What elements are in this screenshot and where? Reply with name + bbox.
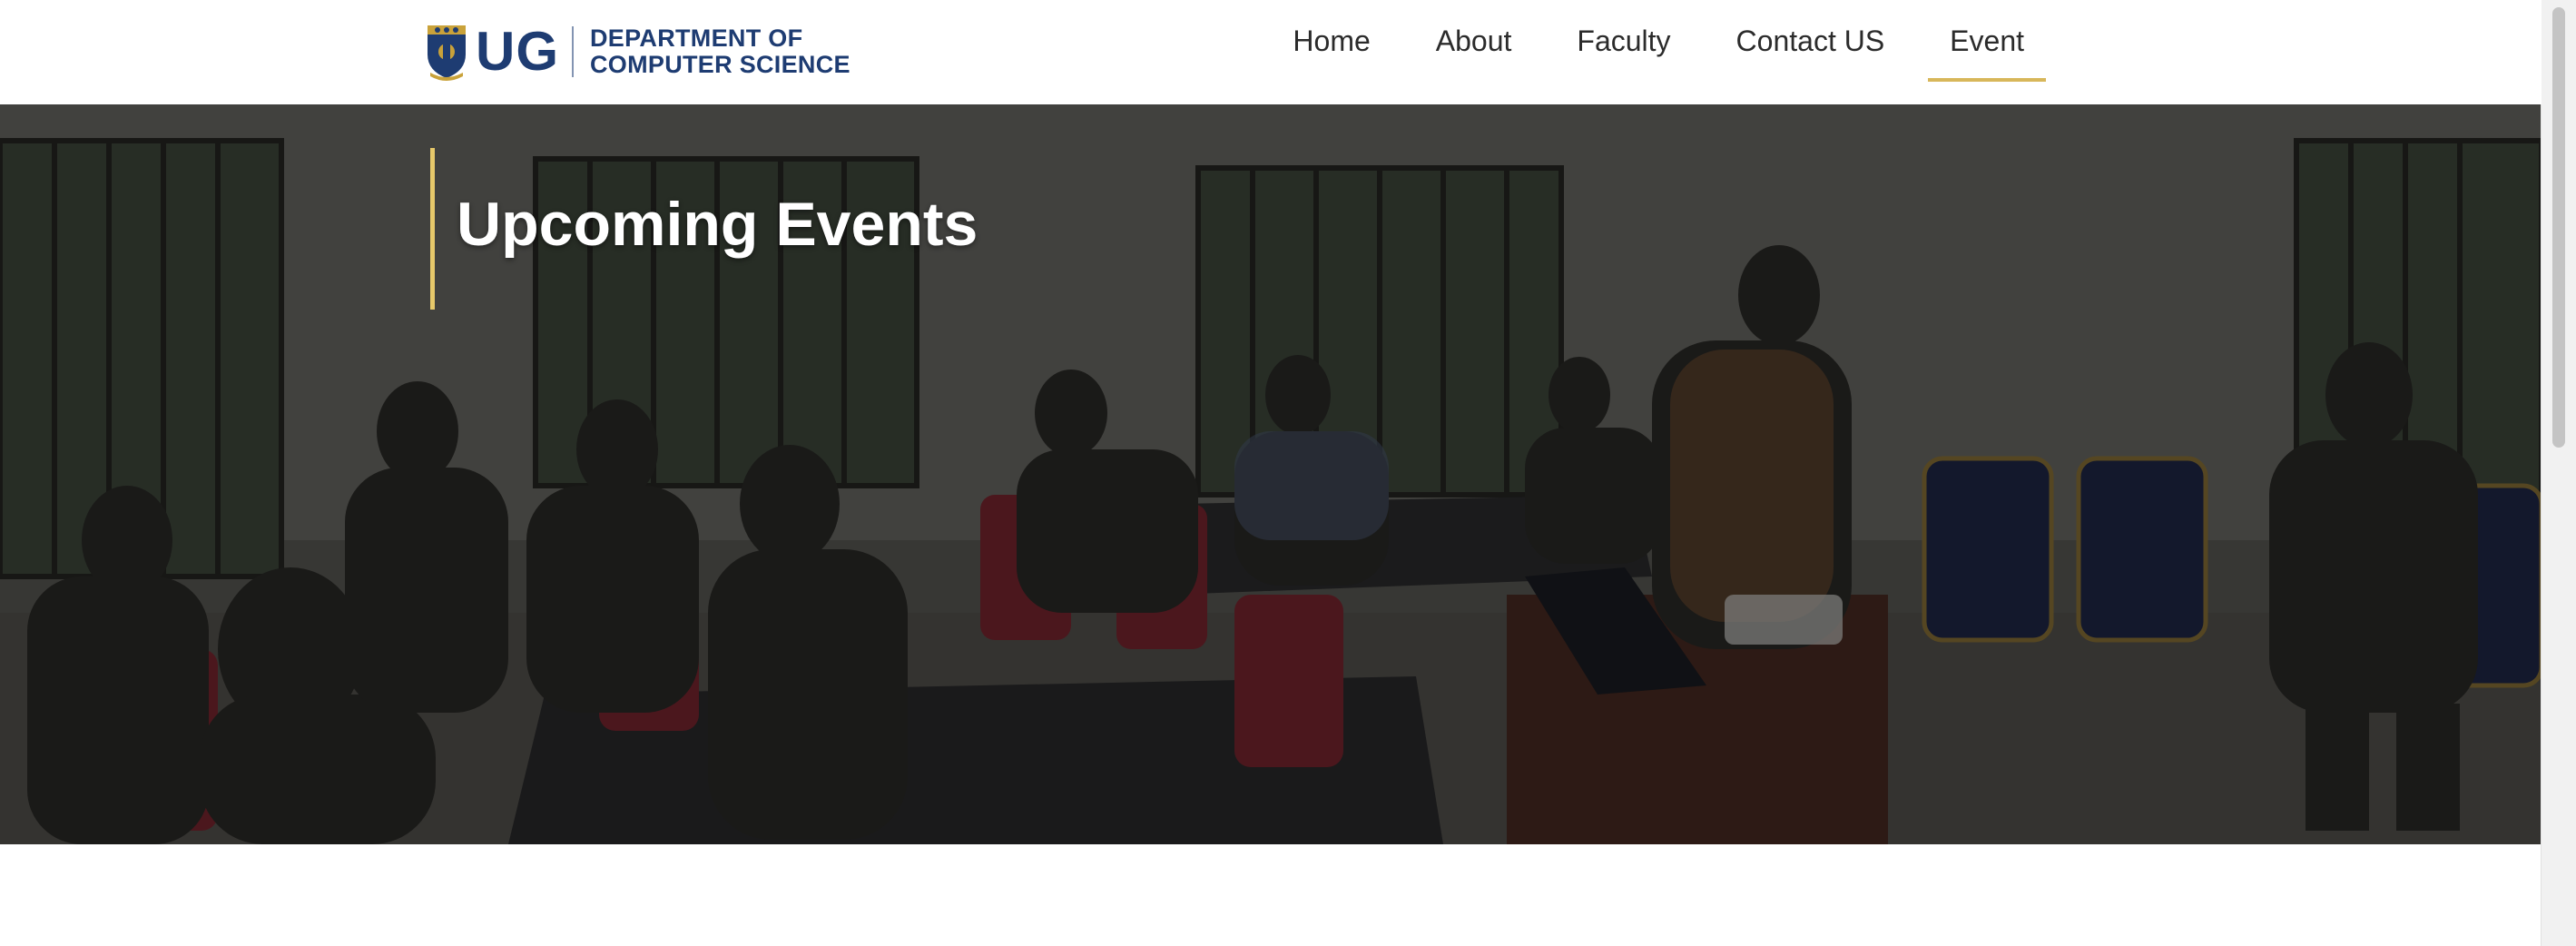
top-navbar: UG DEPARTMENT OF COMPUTER SCIENCE Home A… — [0, 0, 2542, 104]
scrollbar-thumb[interactable] — [2552, 7, 2565, 448]
page-scrollbar[interactable] — [2541, 0, 2576, 946]
page-title: Upcoming Events — [457, 190, 978, 259]
main-nav: Home About Faculty Contact US Event — [1249, 0, 2046, 82]
brand-short-name: UG — [476, 21, 559, 82]
hero-title-accent-bar: Upcoming Events — [430, 148, 978, 310]
brand-department-name: DEPARTMENT OF COMPUTER SCIENCE — [590, 25, 850, 78]
brand-line-2: COMPUTER SCIENCE — [590, 51, 850, 78]
nav-item-faculty[interactable]: Faculty — [1555, 0, 1692, 82]
nav-item-home[interactable]: Home — [1271, 0, 1391, 82]
department-logo-link[interactable]: UG DEPARTMENT OF COMPUTER SCIENCE — [425, 20, 850, 84]
hero-dark-overlay — [0, 104, 2542, 844]
brand-line-1: DEPARTMENT OF — [590, 25, 803, 52]
nav-item-event[interactable]: Event — [1928, 0, 2046, 82]
nav-item-about[interactable]: About — [1414, 0, 1534, 82]
page: UG DEPARTMENT OF COMPUTER SCIENCE Home A… — [0, 0, 2576, 946]
university-crest-icon — [428, 25, 466, 81]
brand-divider — [572, 26, 574, 77]
hero-banner: Upcoming Events — [0, 104, 2542, 844]
nav-item-contact[interactable]: Contact US — [1715, 0, 1907, 82]
